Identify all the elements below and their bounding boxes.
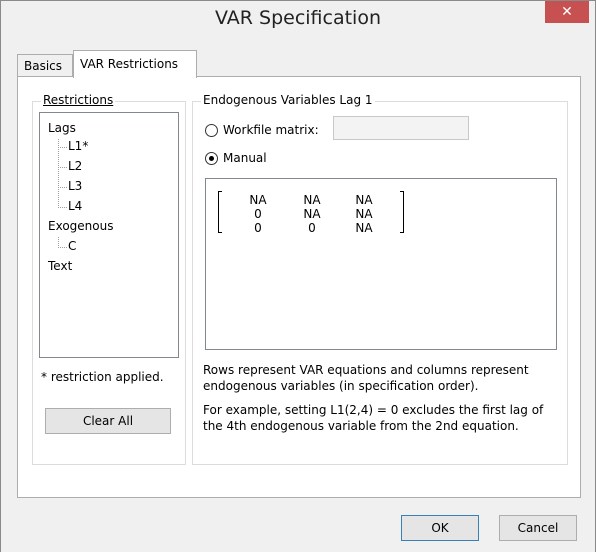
tree-item-exogenous[interactable]: Exogenous — [48, 219, 113, 233]
restrictions-tree[interactable]: Lags L1* L2 L3 L4 Exogenous C Text — [39, 112, 179, 358]
ok-button[interactable]: OK — [401, 515, 479, 541]
matrix-cell[interactable]: 0 — [238, 221, 278, 235]
matrix-right-bracket — [400, 191, 404, 233]
tree-item-lags[interactable]: Lags — [48, 121, 76, 135]
tree-item-text[interactable]: Text — [48, 259, 72, 273]
radio-selected-dot — [209, 156, 214, 161]
matrix-cell[interactable]: NA — [292, 207, 332, 221]
tree-item-l2[interactable]: L2 — [68, 159, 82, 173]
tab-basics[interactable]: Basics — [17, 54, 73, 76]
close-icon: ✕ — [561, 4, 573, 20]
dialog-footer: OK Cancel — [1, 498, 595, 552]
workfile-matrix-label: Workfile matrix: — [223, 123, 319, 137]
manual-radio[interactable] — [205, 152, 218, 165]
workfile-matrix-radio[interactable] — [205, 124, 218, 137]
manual-label: Manual — [223, 151, 267, 165]
endogenous-group-label: Endogenous Variables Lag 1 — [201, 93, 375, 107]
title-bar: VAR Specification ✕ — [1, 1, 595, 37]
var-specification-dialog: VAR Specification ✕ Basics VAR Restricti… — [0, 0, 596, 552]
matrix-cell[interactable]: NA — [344, 221, 384, 235]
matrix-cell[interactable]: 0 — [292, 221, 332, 235]
restrictions-group: Restrictions Lags L1* L2 L3 L4 Exogenous… — [32, 93, 186, 465]
restriction-applied-note: * restriction applied. — [41, 370, 164, 384]
tree-connector — [58, 147, 67, 168]
matrix-left-bracket — [218, 191, 222, 233]
tab-panel-var-restrictions: Restrictions Lags L1* L2 L3 L4 Exogenous… — [17, 76, 581, 498]
endogenous-lag-group: Endogenous Variables Lag 1 Workfile matr… — [192, 93, 568, 465]
tree-item-c[interactable]: C — [68, 239, 76, 253]
matrix-cell[interactable]: NA — [238, 193, 278, 207]
cancel-button[interactable]: Cancel — [499, 515, 577, 541]
tree-item-l1[interactable]: L1* — [68, 139, 88, 153]
help-text-example: For example, setting L1(2,4) = 0 exclude… — [203, 403, 544, 433]
tree-connector — [58, 167, 67, 188]
tree-item-l3[interactable]: L3 — [68, 179, 82, 193]
tree-item-l4[interactable]: L4 — [68, 199, 82, 213]
restriction-matrix-editor[interactable]: NA NA NA 0 NA NA 0 0 NA — [205, 178, 557, 350]
restrictions-group-label: Restrictions — [41, 93, 116, 107]
tab-var-restrictions[interactable]: VAR Restrictions — [73, 50, 197, 78]
matrix-cell[interactable]: NA — [292, 193, 332, 207]
tree-connector — [58, 237, 67, 248]
matrix-cell[interactable]: NA — [344, 207, 384, 221]
matrix-cell[interactable]: 0 — [238, 207, 278, 221]
workfile-matrix-input[interactable] — [333, 116, 469, 140]
tree-connector — [58, 187, 67, 208]
matrix-cell[interactable]: NA — [344, 193, 384, 207]
help-text-rows: Rows represent VAR equations and columns… — [203, 363, 529, 393]
dialog-title: VAR Specification — [214, 7, 381, 29]
clear-all-button[interactable]: Clear All — [45, 408, 171, 434]
close-button[interactable]: ✕ — [545, 1, 589, 23]
